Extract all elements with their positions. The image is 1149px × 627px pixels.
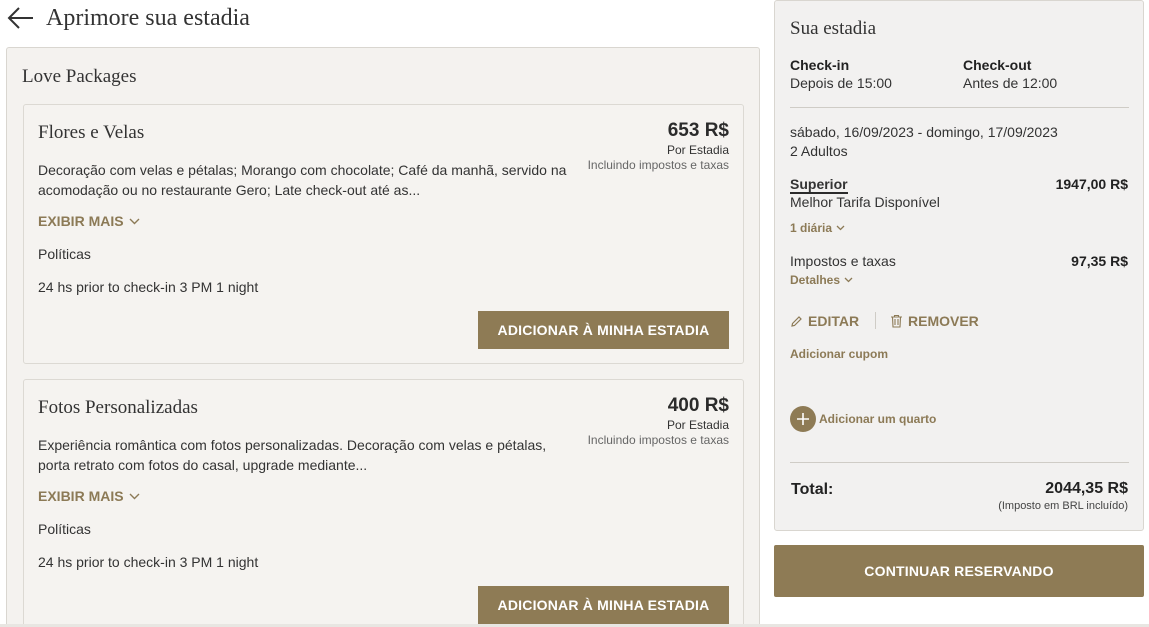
show-more-link[interactable]: EXIBIR MAIS (38, 488, 140, 504)
checkin-value: Depois de 15:00 (790, 75, 892, 91)
stay-summary-panel: Sua estadia Check-in Depois de 15:00 Che… (774, 0, 1144, 531)
checkin-label: Check-in (790, 57, 850, 73)
action-divider (875, 312, 876, 329)
rate-name: Melhor Tarifa Disponível (790, 194, 940, 210)
policies-label: Políticas (38, 246, 91, 262)
add-to-stay-button[interactable]: ADICIONAR À MINHA ESTADIA (478, 586, 729, 624)
show-more-link[interactable]: EXIBIR MAIS (38, 213, 140, 229)
remove-label: REMOVER (908, 313, 979, 329)
add-coupon-label: Adicionar cupom (790, 347, 889, 361)
package-tax-note: Incluindo impostos e taxas (587, 433, 729, 447)
total-tax-note: (Imposto em BRL incluído) (998, 500, 1128, 512)
show-more-label: EXIBIR MAIS (38, 488, 124, 504)
nights-label: 1 diária (790, 221, 833, 235)
taxes-value: 97,35 R$ (1071, 253, 1128, 269)
package-price: 400 R$ (667, 395, 729, 416)
room-name-link[interactable]: Superior (790, 176, 848, 194)
chevron-down-icon (129, 218, 140, 224)
package-title: Fotos Personalizadas (38, 397, 198, 418)
details-toggle[interactable]: Detalhes (790, 273, 853, 287)
continue-booking-button[interactable]: CONTINUAR RESERVANDO (774, 545, 1144, 597)
details-label: Detalhes (790, 273, 841, 287)
guest-count: 2 Adultos (790, 143, 848, 159)
add-coupon-link[interactable]: Adicionar cupom (790, 347, 888, 361)
policies-label: Políticas (38, 521, 91, 537)
package-card-fotos-personalizadas: Fotos Personalizadas 400 R$ Por Estadia … (23, 379, 744, 627)
total-label: Total: (791, 481, 834, 498)
nights-toggle[interactable]: 1 diária (790, 221, 845, 235)
remove-button[interactable]: REMOVER (890, 313, 979, 329)
summary-title: Sua estadia (790, 18, 877, 39)
package-description: Decoração com velas e pétalas; Morango c… (38, 162, 567, 198)
package-price-unit: Por Estadia (666, 143, 729, 157)
edit-label: EDITAR (808, 313, 860, 329)
package-tax-note: Incluindo impostos e taxas (587, 158, 729, 172)
chevron-down-icon (836, 225, 845, 231)
add-room-label: Adicionar um quarto (819, 412, 937, 426)
stay-dates: sábado, 16/09/2023 - domingo, 17/09/2023 (790, 124, 1058, 140)
policy-text: 24 hs prior to check-in 3 PM 1 night (38, 554, 259, 570)
room-price: 1947,00 R$ (1055, 176, 1128, 192)
love-packages-panel: Love Packages Flores e Velas 653 R$ Por … (6, 47, 760, 627)
pencil-icon (791, 315, 802, 327)
package-price: 653 R$ (667, 120, 729, 141)
section-title: Love Packages (22, 66, 137, 87)
chevron-down-icon (844, 277, 853, 283)
total-value: 2044,35 R$ (1045, 480, 1128, 497)
arrow-left-icon (7, 7, 33, 29)
edit-button[interactable]: EDITAR (790, 313, 859, 329)
checkout-label: Check-out (963, 57, 1032, 73)
policy-text: 24 hs prior to check-in 3 PM 1 night (38, 279, 259, 295)
checkout-value: Antes de 12:00 (963, 75, 1058, 91)
divider (790, 107, 1129, 108)
package-description: Experiência romântica com fotos personal… (38, 437, 547, 473)
package-card-flores-e-velas: Flores e Velas 653 R$ Por Estadia Inclui… (23, 104, 744, 364)
back-button[interactable] (6, 3, 36, 33)
trash-icon (891, 314, 902, 328)
divider (790, 462, 1129, 463)
add-to-stay-button[interactable]: ADICIONAR À MINHA ESTADIA (478, 311, 729, 349)
package-price-unit: Por Estadia (666, 418, 729, 432)
package-title: Flores e Velas (38, 122, 145, 143)
chevron-down-icon (129, 493, 140, 499)
add-room-button[interactable]: Adicionar um quarto (790, 406, 936, 432)
show-more-label: EXIBIR MAIS (38, 213, 124, 229)
taxes-label: Impostos e taxas (790, 253, 896, 269)
page-header: Aprimore sua estadia (6, 0, 250, 36)
plus-circle-icon (790, 406, 816, 432)
page-title: Aprimore sua estadia (46, 4, 250, 31)
